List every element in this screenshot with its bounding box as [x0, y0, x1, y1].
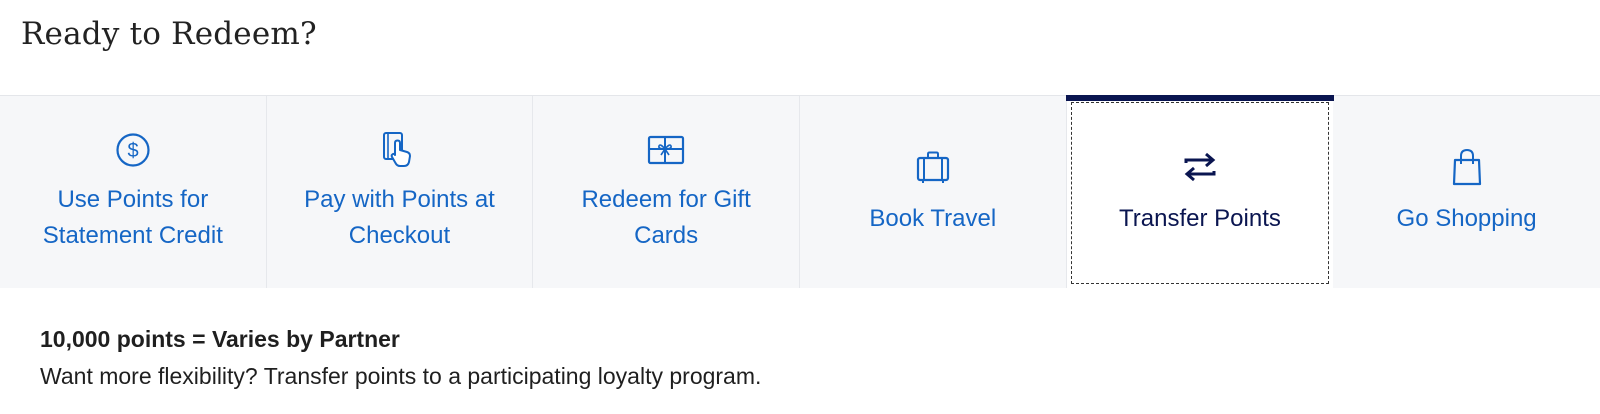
dollar-circle-icon: $ — [113, 130, 153, 170]
tab-statement-credit[interactable]: $ Use Points for Statement Credit — [0, 96, 267, 288]
card-tap-icon — [379, 130, 419, 170]
tab-book-travel[interactable]: Book Travel — [800, 96, 1067, 288]
tab-label: Redeem for Gift Cards — [581, 186, 751, 249]
tab-pay-with-points[interactable]: Pay with Points at Checkout — [267, 96, 534, 288]
tab-gift-cards[interactable]: Redeem for Gift Cards — [533, 96, 800, 288]
tab-label: Book Travel — [869, 205, 997, 232]
transfer-arrows-icon — [1180, 147, 1220, 187]
tab-label: Use Points for Statement Credit — [42, 186, 223, 249]
suitcase-icon — [913, 147, 953, 187]
tab-label: Transfer Points — [1119, 205, 1281, 232]
redeem-details: 10,000 points = Varies by Partner Want m… — [40, 326, 761, 390]
gift-card-icon — [646, 130, 686, 170]
points-value-headline: 10,000 points = Varies by Partner — [40, 326, 400, 352]
redeem-options-tabs: $ Use Points for Statement Credit Pay wi… — [0, 95, 1600, 288]
tab-transfer-points[interactable]: Transfer Points — [1065, 95, 1334, 288]
page-title: Ready to Redeem? — [21, 16, 317, 52]
shopping-bag-icon — [1447, 147, 1487, 187]
tab-label: Pay with Points at Checkout — [304, 186, 495, 249]
points-description: Want more flexibility? Transfer points t… — [40, 363, 762, 389]
tab-go-shopping[interactable]: Go Shopping — [1333, 96, 1600, 288]
tab-label: Go Shopping — [1396, 205, 1537, 232]
svg-text:$: $ — [127, 140, 138, 162]
focus-outline — [1070, 102, 1330, 284]
